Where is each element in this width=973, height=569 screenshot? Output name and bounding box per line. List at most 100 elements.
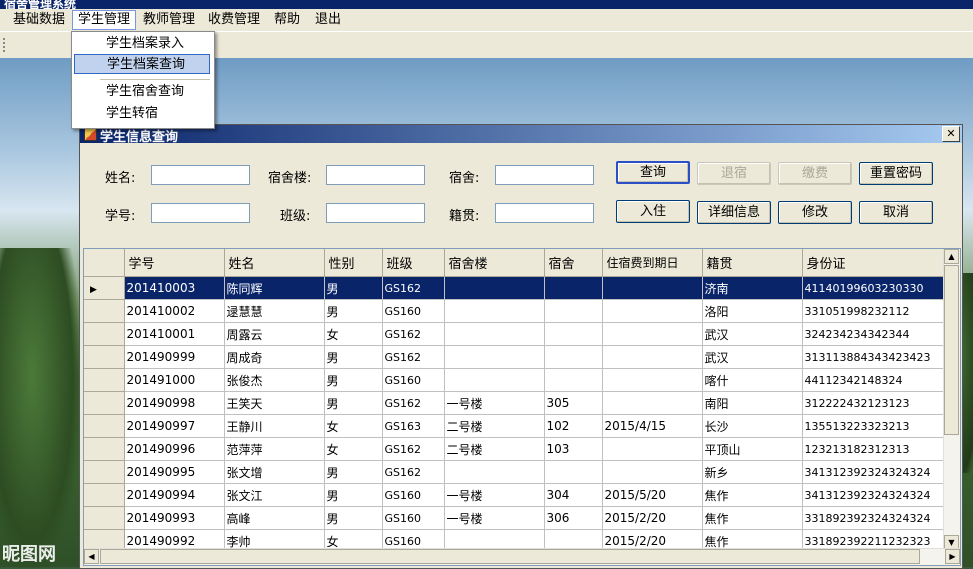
column-header-name[interactable]: 姓名 — [224, 249, 325, 277]
cell-name[interactable]: 张俊杰 — [224, 368, 325, 392]
table-row[interactable]: ▶ 201410003 陈同辉男 GS162 济南 41140199603230330 — [84, 276, 945, 300]
menu-item-student-dorm-query[interactable]: 学生宿舍查询 — [74, 82, 210, 102]
cell-name[interactable]: 王笑天 — [224, 391, 325, 415]
menu-item-student-record-query[interactable]: 学生档案查询 — [74, 54, 210, 74]
cell-student-id[interactable]: 201410002 — [124, 299, 225, 323]
student-id-input[interactable] — [151, 203, 250, 223]
cell-dorm-building[interactable]: 二号楼 — [444, 437, 545, 461]
details-button[interactable]: 详细信息 — [697, 201, 771, 224]
cell-class[interactable]: GS162 — [382, 391, 445, 415]
row-header[interactable]: ▶ — [84, 276, 125, 300]
cell-name[interactable]: 周露云 — [224, 322, 325, 346]
cell-class[interactable]: GS162 — [382, 345, 445, 369]
cell-name[interactable]: 逯慧慧 — [224, 299, 325, 323]
cell-dorm-building[interactable] — [444, 322, 545, 346]
menu-fee-management[interactable]: 收费管理 — [203, 11, 265, 29]
cell-id-card[interactable]: 331892392324324324 — [802, 506, 945, 530]
cell-name[interactable]: 范萍萍 — [224, 437, 325, 461]
horizontal-scroll-thumb[interactable] — [100, 549, 920, 564]
cell-student-id[interactable]: 201490998 — [124, 391, 225, 415]
cell-class[interactable]: GS162 — [382, 460, 445, 484]
cell-fee-due-date[interactable]: 2015/4/15 — [602, 414, 703, 438]
toolstrip-grip-icon[interactable] — [3, 38, 7, 52]
table-row[interactable]: 201490997 王静川女 GS163 二号楼 102 2015/4/15 长沙 13551… — [84, 414, 945, 438]
window-close-icon[interactable]: ✕ — [942, 126, 960, 142]
menu-basic-data[interactable]: 基础数据 — [8, 11, 70, 29]
cell-fee-due-date[interactable] — [602, 437, 703, 461]
checkout-button[interactable]: 退宿 — [697, 162, 771, 185]
cell-class[interactable]: GS160 — [382, 483, 445, 507]
cell-student-id[interactable]: 201410003 — [124, 276, 225, 300]
cell-id-card[interactable]: 123213182312313 — [802, 437, 945, 461]
scroll-left-icon[interactable]: ◀ — [84, 549, 99, 564]
class-input[interactable] — [326, 203, 425, 223]
cell-fee-due-date[interactable] — [602, 299, 703, 323]
cell-hometown[interactable]: 喀什 — [702, 368, 803, 392]
cell-dorm[interactable] — [544, 345, 603, 369]
row-header[interactable] — [84, 345, 125, 369]
table-row[interactable]: 201490998 王笑天男 GS162 一号楼 305 南阳 31222243212312… — [84, 391, 945, 415]
vertical-scroll-thumb[interactable] — [944, 265, 959, 435]
cell-hometown[interactable]: 南阳 — [702, 391, 803, 415]
row-header[interactable] — [84, 483, 125, 507]
cell-hometown[interactable]: 武汉 — [702, 345, 803, 369]
cell-hometown[interactable]: 洛阳 — [702, 299, 803, 323]
row-header[interactable] — [84, 437, 125, 461]
cell-dorm-building[interactable] — [444, 345, 545, 369]
scroll-up-icon[interactable]: ▲ — [944, 249, 959, 264]
cell-student-id[interactable]: 201490994 — [124, 483, 225, 507]
cell-hometown[interactable]: 武汉 — [702, 322, 803, 346]
cell-student-id[interactable]: 201410001 — [124, 322, 225, 346]
row-header[interactable] — [84, 391, 125, 415]
cell-name[interactable]: 王静川 — [224, 414, 325, 438]
cell-fee-due-date[interactable] — [602, 391, 703, 415]
cell-student-id[interactable]: 201490999 — [124, 345, 225, 369]
cell-fee-due-date[interactable] — [602, 345, 703, 369]
cell-fee-due-date[interactable] — [602, 322, 703, 346]
row-header[interactable] — [84, 460, 125, 484]
cell-dorm[interactable] — [544, 368, 603, 392]
column-header-class[interactable]: 班级 — [382, 249, 445, 277]
query-button[interactable]: 查询 — [616, 161, 690, 184]
table-row[interactable]: 201490999 周成奇男 GS162 武汉 313113884343423423 — [84, 345, 945, 369]
cell-gender[interactable]: 女 — [324, 414, 383, 438]
hometown-input[interactable] — [495, 203, 594, 223]
cell-gender[interactable]: 男 — [324, 368, 383, 392]
column-header-gender[interactable]: 性别 — [324, 249, 383, 277]
cell-name[interactable]: 周成奇 — [224, 345, 325, 369]
cell-dorm[interactable] — [544, 322, 603, 346]
cell-gender[interactable]: 女 — [324, 437, 383, 461]
scroll-right-icon[interactable]: ▶ — [945, 549, 960, 564]
menu-teacher-management[interactable]: 教师管理 — [138, 11, 200, 29]
name-input[interactable] — [151, 165, 250, 185]
cell-hometown[interactable]: 新乡 — [702, 460, 803, 484]
checkin-button[interactable]: 入住 — [616, 200, 690, 223]
cell-fee-due-date[interactable]: 2015/5/20 — [602, 483, 703, 507]
column-header-student-id[interactable]: 学号 — [124, 249, 225, 277]
cell-fee-due-date[interactable]: 2015/2/20 — [602, 506, 703, 530]
menu-item-student-transfer-dorm[interactable]: 学生转宿 — [74, 104, 210, 124]
cell-dorm[interactable]: 304 — [544, 483, 603, 507]
cell-hometown[interactable]: 长沙 — [702, 414, 803, 438]
cell-hometown[interactable]: 济南 — [702, 276, 803, 300]
cell-dorm-building[interactable] — [444, 460, 545, 484]
cell-gender[interactable]: 男 — [324, 276, 383, 300]
cell-gender[interactable]: 男 — [324, 345, 383, 369]
cell-dorm-building[interactable]: 一号楼 — [444, 506, 545, 530]
cell-class[interactable]: GS160 — [382, 299, 445, 323]
cell-gender[interactable]: 男 — [324, 483, 383, 507]
row-header[interactable] — [84, 299, 125, 323]
column-header-dorm[interactable]: 宿舍 — [544, 249, 603, 277]
cell-name[interactable]: 张文增 — [224, 460, 325, 484]
cell-student-id[interactable]: 201490993 — [124, 506, 225, 530]
cell-name[interactable]: 高峰 — [224, 506, 325, 530]
cell-gender[interactable]: 男 — [324, 299, 383, 323]
menu-item-student-record-entry[interactable]: 学生档案录入 — [74, 34, 210, 54]
column-header-hometown[interactable]: 籍贯 — [702, 249, 803, 277]
cell-dorm-building[interactable]: 一号楼 — [444, 483, 545, 507]
menu-exit[interactable]: 退出 — [310, 11, 346, 29]
cell-class[interactable]: GS160 — [382, 368, 445, 392]
table-row[interactable]: 201491000 张俊杰男 GS160 喀什 44112342148324 — [84, 368, 945, 392]
table-row[interactable]: 201410001 周露云女 GS162 武汉 324234234342344 — [84, 322, 945, 346]
cell-dorm-building[interactable] — [444, 299, 545, 323]
